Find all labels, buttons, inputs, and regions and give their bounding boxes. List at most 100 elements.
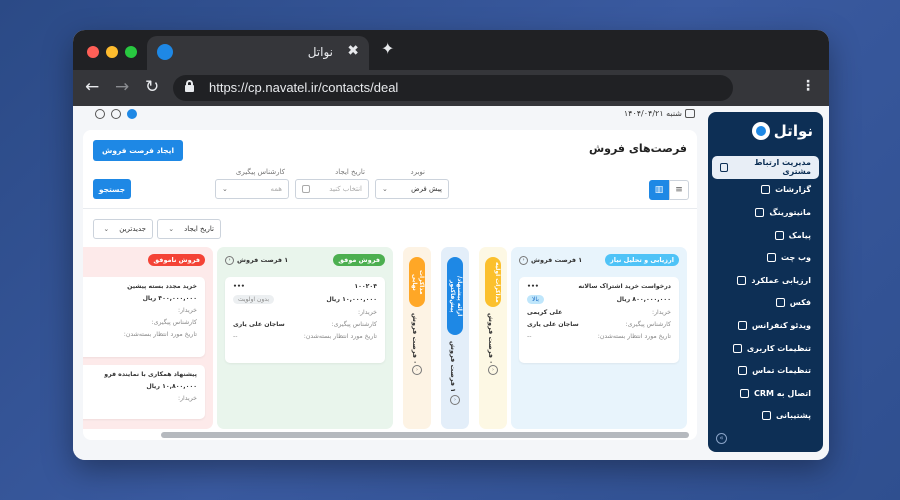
calendar-icon xyxy=(302,185,310,193)
main-panel: فرصت‌های فروش ایجاد فرصت فروش نوبرد پیش … xyxy=(83,130,697,440)
calendar-icon xyxy=(685,109,695,118)
sidebar-item[interactable]: وب چت xyxy=(712,246,819,269)
notification-bell-icon[interactable] xyxy=(111,109,121,119)
deal-title: خرید مجدد بسته پیشین xyxy=(127,283,197,290)
expand-column-icon[interactable]: › xyxy=(412,365,422,375)
browser-tab[interactable]: نواتل ✖ xyxy=(147,36,369,70)
more-options-icon[interactable]: ••• xyxy=(527,283,539,290)
deal-count: ۱ فرصت فروش ‹ xyxy=(519,255,582,265)
chat-icon xyxy=(766,253,776,263)
date-text: شنبه ۱۴۰۴/۰۴/۲۱ xyxy=(623,109,682,118)
date-filter-input[interactable]: انتخاب کنید xyxy=(295,179,369,199)
stage-badge: مذاکرات نهایی xyxy=(409,257,425,307)
sidebar-item[interactable]: فکس xyxy=(712,292,819,315)
sort-by-value: تاریخ ایجاد xyxy=(184,225,214,233)
maximize-window-button[interactable] xyxy=(125,46,137,58)
deal-amount: ۱۰,۰۰۰,۰۰۰ ریال xyxy=(326,296,377,303)
board-column-initial[interactable]: مذاکرات اولیه ۰ فرصت فروش › xyxy=(479,247,507,429)
sidebar-item-label: ارزیابی عملکرد xyxy=(751,275,811,285)
deal-card[interactable]: درخواست خرید اشتراک سالانه ••• ۸۰۰,۰۰۰,۰… xyxy=(519,277,679,363)
expand-column-icon[interactable]: › xyxy=(488,365,498,375)
horizontal-scrollbar[interactable] xyxy=(161,432,689,438)
sidebar-item[interactable]: گزارشات xyxy=(712,179,819,202)
deal-count-text: ۰ فرصت فروش xyxy=(487,313,495,365)
close-date-label: تاریخ مورد انتظار بسته‌شدن: xyxy=(597,333,671,340)
stage-badge: ارزیابی و تحلیل نیاز xyxy=(605,254,679,266)
expert-filter-label: کارشناس پیگیری xyxy=(235,168,285,176)
collapse-sidebar-icon[interactable]: » xyxy=(716,433,727,444)
sidebar-item[interactable]: اتصال به CRM xyxy=(712,382,819,405)
sidebar-item[interactable]: تنظیمات کاربری xyxy=(712,337,819,360)
expand-column-icon[interactable]: › xyxy=(450,395,460,405)
create-deal-button[interactable]: ایجاد فرصت فروش xyxy=(93,140,184,161)
collapse-column-icon[interactable]: ‹ xyxy=(225,255,234,265)
reload-icon[interactable]: ↻ xyxy=(145,77,159,97)
minimize-window-button[interactable] xyxy=(106,46,118,58)
sidebar-item[interactable]: ویدئو کنفرانس xyxy=(712,314,819,337)
logo-icon xyxy=(751,122,770,140)
more-options-icon[interactable]: ••• xyxy=(233,283,245,290)
deal-card[interactable]: خرید مجدد بسته پیشین ۴۰۰,۰۰۰,۰۰۰ ریال خر… xyxy=(83,277,205,357)
sidebar-item-label: وب چت xyxy=(780,253,811,263)
sidebar-item[interactable]: پشتیبانی xyxy=(712,405,819,428)
column-header: فروش ناموفق xyxy=(83,253,205,267)
kanban-view-icon[interactable]: ▥ xyxy=(649,180,669,200)
close-date-label: تاریخ مورد انتظار بسته‌شدن: xyxy=(303,333,377,340)
stage-badge: مذاکرات اولیه xyxy=(485,257,501,307)
video-icon xyxy=(737,320,747,330)
settings-gear-icon[interactable] xyxy=(95,109,105,119)
address-bar[interactable]: https://cp.navatel.ir/contacts/deal xyxy=(173,75,733,101)
forward-arrow-icon[interactable]: → xyxy=(115,77,129,97)
stage-badge: ارائه پیشنهاد/پیش‌فاکتور xyxy=(447,257,463,335)
deal-title: ۱۰۰۲۰۴ xyxy=(354,283,377,290)
fax-icon xyxy=(775,298,785,308)
sort-order-select[interactable]: جدیدترین ⌄ xyxy=(93,219,153,239)
buyer-label: خریدار: xyxy=(177,307,197,314)
stage-filter-value: پیش فرض xyxy=(411,185,442,193)
sidebar-item-label: گزارشات xyxy=(775,185,811,195)
board-column-final[interactable]: مذاکرات نهایی ۰ فرصت فروش › xyxy=(403,247,431,429)
deal-count: ۱ فرصت فروش ‹ xyxy=(225,255,288,265)
list-view-icon[interactable]: ≡ xyxy=(669,180,689,200)
sidebar-item[interactable]: تنظیمات تماس xyxy=(712,359,819,382)
close-date-label: تاریخ مورد انتظار بسته‌شدن: xyxy=(123,331,197,338)
board-column-proposal[interactable]: ارائه پیشنهاد/پیش‌فاکتور ۱ فرصت فروش › xyxy=(441,247,469,429)
back-arrow-icon[interactable]: ← xyxy=(85,77,99,97)
close-window-button[interactable] xyxy=(87,46,99,58)
board-column-won: فروش موفق ۱ فرصت فروش ‹ ۱۰۰۲۰۴ ••• ۱۰,۰۰… xyxy=(217,247,393,429)
tab-title: نواتل xyxy=(307,45,333,59)
user-avatar-icon[interactable] xyxy=(127,109,137,119)
deal-title: پیشنهاد همکاری با نماینده فرو xyxy=(104,371,197,378)
deal-amount: ۴۰۰,۰۰۰,۰۰۰ ریال xyxy=(142,295,197,302)
deal-card[interactable]: پیشنهاد همکاری با نماینده فرو ۱۰,۸۰۰,۰۰۰… xyxy=(83,365,205,419)
sidebar-item[interactable]: مانیتورینگ xyxy=(712,201,819,224)
sort-by-select[interactable]: تاریخ ایجاد ⌄ xyxy=(157,219,221,239)
stage-filter-select[interactable]: پیش فرض ⌄ xyxy=(375,179,449,199)
expert-label: کارشناس پیگیری: xyxy=(625,321,672,328)
priority-badge: بالا xyxy=(527,295,544,304)
priority-badge: بدون اولویت xyxy=(233,295,275,304)
sidebar-item-label: فکس xyxy=(789,298,811,308)
sidebar-item[interactable]: پیامک xyxy=(712,224,819,247)
buyer-label: خریدار: xyxy=(177,395,197,402)
collapse-column-icon[interactable]: ‹ xyxy=(519,255,528,265)
support-icon xyxy=(761,411,771,421)
sidebar-item-label: پشتیبانی xyxy=(775,411,811,421)
sidebar-item[interactable]: مدیریت ارتباط مشتری xyxy=(712,156,819,179)
new-tab-icon[interactable]: ✦ xyxy=(381,39,394,58)
deal-count-text: ۰ فرصت فروش xyxy=(411,313,419,365)
close-tab-icon[interactable]: ✖ xyxy=(347,43,359,59)
browser-window: نواتل ✖ ✦ ← → ↻ https://cp.navatel.ir/co… xyxy=(73,30,829,460)
search-button[interactable]: جستجو xyxy=(93,179,131,199)
expert-filter-select[interactable]: همه ⌄ xyxy=(215,179,289,199)
sidebar-item[interactable]: ارزیابی عملکرد xyxy=(712,269,819,292)
deal-amount: ۸۰۰,۰۰۰,۰۰۰ ریال xyxy=(616,296,671,303)
users-icon xyxy=(720,162,729,172)
divider xyxy=(83,208,697,209)
sidebar-item-label: مدیریت ارتباط مشتری xyxy=(754,158,811,177)
top-icons xyxy=(95,109,137,119)
close-date: -- xyxy=(233,333,238,340)
deal-card[interactable]: ۱۰۰۲۰۴ ••• ۱۰,۰۰۰,۰۰۰ ریال بدون اولویت خ… xyxy=(225,277,385,363)
sidebar-menu: مدیریت ارتباط مشتری گزارشات مانیتورینگ پیام… xyxy=(708,156,823,427)
browser-menu-icon[interactable]: ⋮ xyxy=(801,78,815,94)
